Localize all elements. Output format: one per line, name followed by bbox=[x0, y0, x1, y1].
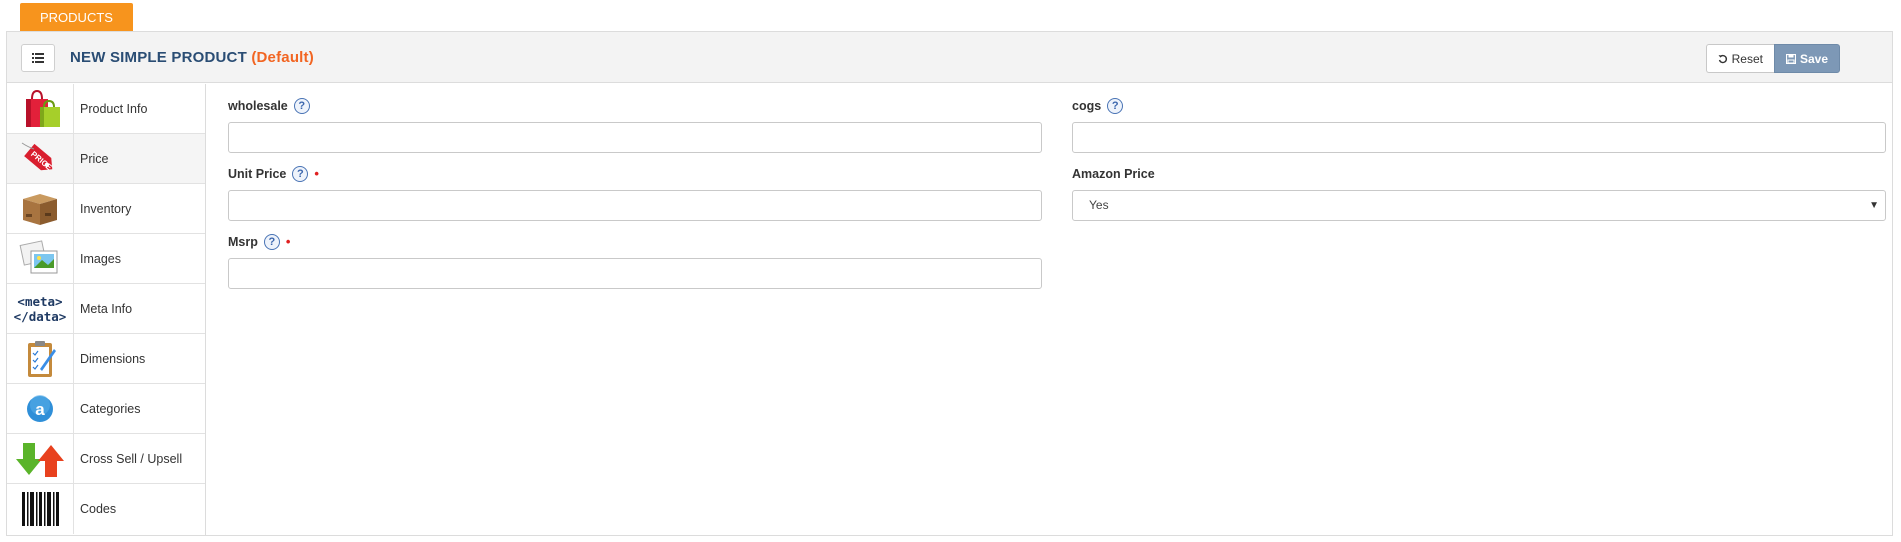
sidebar-item-dimensions[interactable]: Dimensions bbox=[7, 333, 205, 384]
sidebar-item-label: Codes bbox=[80, 502, 117, 516]
barcode-icon bbox=[7, 484, 74, 534]
product-panel: New Simple Product (Default) Reset Save bbox=[6, 31, 1893, 536]
sidebar-item-label: Inventory bbox=[80, 201, 132, 216]
menu-toggle-button[interactable] bbox=[21, 44, 55, 72]
save-button[interactable]: Save bbox=[1773, 44, 1840, 73]
msrp-label: Msrp ? • bbox=[228, 234, 1042, 250]
meta-icon-line-1: <meta> bbox=[17, 294, 62, 309]
category-a-icon: a bbox=[7, 383, 74, 434]
sidebar: Product Info PRICE Price Inventory Image… bbox=[7, 83, 206, 535]
sidebar-item-meta-info[interactable]: <meta> </data> Meta Info bbox=[7, 283, 205, 334]
wholesale-input[interactable] bbox=[228, 122, 1042, 153]
sidebar-item-label: Dimensions bbox=[80, 351, 146, 366]
arrows-up-down-icon bbox=[7, 433, 74, 484]
price-tag-icon: PRICE bbox=[7, 133, 74, 184]
save-icon bbox=[1785, 53, 1796, 64]
help-icon[interactable]: ? bbox=[1107, 98, 1124, 114]
sidebar-item-label: Images bbox=[80, 251, 121, 266]
msrp-input[interactable] bbox=[228, 258, 1042, 289]
sidebar-item-product-info[interactable]: Product Info bbox=[7, 83, 205, 134]
unit-price-field-group: Unit Price ? • bbox=[228, 166, 1042, 221]
help-icon[interactable]: ? bbox=[292, 166, 309, 182]
help-icon[interactable]: ? bbox=[293, 98, 310, 114]
meta-data-icon: <meta> </data> bbox=[7, 283, 74, 334]
box-icon bbox=[7, 183, 74, 234]
sidebar-item-label: Product Info bbox=[80, 101, 148, 116]
clipboard-icon bbox=[7, 333, 74, 384]
cogs-label-text: cogs bbox=[1072, 99, 1102, 113]
sidebar-item-categories[interactable]: a Categories bbox=[7, 383, 205, 434]
sidebar-item-codes[interactable]: Codes bbox=[7, 484, 205, 534]
unit-price-input[interactable] bbox=[228, 190, 1042, 221]
unit-price-label-text: Unit Price bbox=[228, 167, 287, 181]
wholesale-field-group: wholesale ? bbox=[228, 98, 1042, 153]
sidebar-item-label: Meta Info bbox=[80, 301, 133, 316]
unit-price-label: Unit Price ? • bbox=[228, 166, 1042, 182]
help-icon[interactable]: ? bbox=[263, 234, 280, 250]
msrp-field-group: Msrp ? • bbox=[228, 234, 1042, 289]
top-tabs: Products bbox=[20, 3, 133, 32]
reset-icon bbox=[1718, 54, 1727, 63]
list-icon bbox=[32, 53, 44, 63]
sidebar-item-label: Price bbox=[80, 151, 109, 166]
msrp-label-text: Msrp bbox=[228, 235, 258, 249]
sidebar-item-label: Categories bbox=[80, 401, 141, 416]
page-title: New Simple Product (Default) bbox=[70, 49, 314, 66]
required-marker: • bbox=[314, 166, 319, 181]
sidebar-item-cross-sell-upsell[interactable]: Cross Sell / Upsell bbox=[7, 433, 205, 484]
tab-products[interactable]: Products bbox=[20, 3, 133, 32]
required-marker: • bbox=[285, 234, 291, 249]
svg-text:a: a bbox=[35, 400, 45, 419]
reset-button[interactable]: Reset bbox=[1705, 44, 1774, 73]
meta-icon-line-2: </data> bbox=[14, 309, 66, 324]
panel-header: New Simple Product (Default) Reset Save bbox=[7, 32, 1892, 83]
amazon-price-select[interactable]: Yes ▼ bbox=[1072, 190, 1886, 221]
amazon-price-field-group: Amazon Price Yes ▼ bbox=[1072, 166, 1886, 221]
cogs-field-group: cogs ? bbox=[1072, 98, 1886, 153]
page-subtitle: (Default) bbox=[251, 49, 314, 66]
reset-label: Reset bbox=[1731, 51, 1763, 66]
cogs-input[interactable] bbox=[1072, 122, 1886, 153]
amazon-price-label: Amazon Price bbox=[1072, 166, 1886, 182]
header-actions: Reset Save bbox=[1705, 44, 1840, 73]
wholesale-label-text: wholesale bbox=[228, 99, 288, 113]
amazon-price-label-text: Amazon Price bbox=[1072, 167, 1155, 181]
sidebar-item-price[interactable]: PRICE Price bbox=[7, 133, 205, 184]
amazon-price-value: Yes bbox=[1089, 198, 1109, 212]
chevron-down-icon: ▼ bbox=[1869, 200, 1879, 211]
cogs-label: cogs ? bbox=[1072, 98, 1886, 114]
sidebar-item-inventory[interactable]: Inventory bbox=[7, 183, 205, 234]
save-label: Save bbox=[1799, 51, 1828, 66]
page-title-text: New Simple Product bbox=[70, 49, 247, 66]
sidebar-item-images[interactable]: Images bbox=[7, 233, 205, 284]
sidebar-item-label: Cross Sell / Upsell bbox=[80, 451, 183, 466]
images-icon bbox=[7, 233, 74, 284]
shopping-bags-icon bbox=[7, 83, 74, 134]
wholesale-label: wholesale ? bbox=[228, 98, 1042, 114]
